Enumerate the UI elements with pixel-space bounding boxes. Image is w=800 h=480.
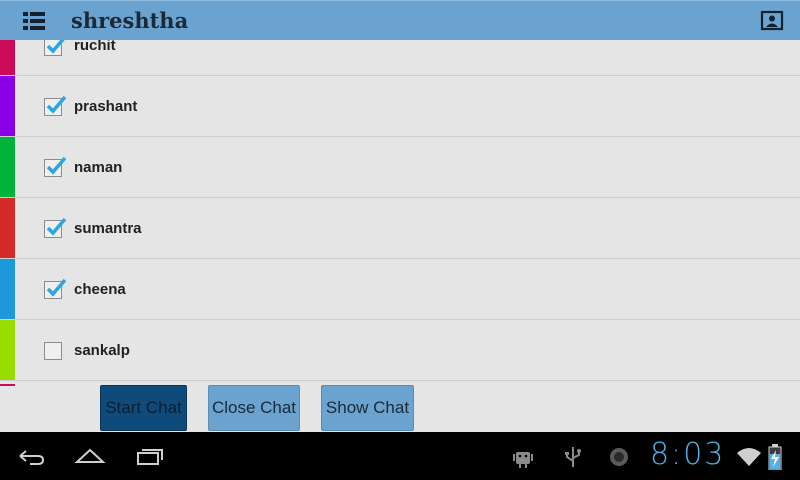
recent-apps-icon[interactable] xyxy=(134,444,166,468)
contact-row[interactable]: cheena xyxy=(0,259,800,320)
start-chat-button[interactable]: Start Chat xyxy=(100,385,187,431)
contact-color-bar xyxy=(0,320,15,380)
contact-checkbox[interactable] xyxy=(44,342,62,360)
contact-row[interactable]: sumantra xyxy=(0,198,800,259)
contact-name: ruchit xyxy=(74,40,116,54)
action-bar: shreshtha xyxy=(0,0,800,40)
checkmark-icon xyxy=(46,40,65,54)
usb-icon xyxy=(565,447,581,467)
back-icon[interactable] xyxy=(16,444,48,468)
contact-checkbox[interactable] xyxy=(44,40,65,56)
contact-name: naman xyxy=(74,159,123,176)
contact-checkbox[interactable] xyxy=(44,217,67,238)
contact-color-bar xyxy=(0,40,15,75)
contact-color-bar xyxy=(0,198,15,258)
contact-checkbox[interactable] xyxy=(44,278,67,299)
show-chat-button[interactable]: Show Chat xyxy=(321,385,414,431)
home-icon[interactable] xyxy=(74,444,106,468)
android-debug-icon xyxy=(513,452,533,468)
notification-dot-icon xyxy=(610,448,628,466)
contact-row[interactable]: sankalp xyxy=(0,320,800,381)
contact-color-bar xyxy=(0,137,15,197)
menu-button[interactable] xyxy=(14,1,54,41)
app-title: shreshtha xyxy=(71,8,189,33)
clock: 8:03 xyxy=(650,437,726,472)
contact-row[interactable]: naman xyxy=(0,137,800,198)
contact-card-icon xyxy=(760,10,784,31)
list-color-bar-edge xyxy=(0,384,15,386)
profile-button[interactable] xyxy=(760,9,784,33)
contact-name: sankalp xyxy=(74,342,130,359)
contact-color-bar xyxy=(0,76,15,136)
contact-checkbox[interactable] xyxy=(44,156,67,177)
contact-list: ruchit prashant naman sumantra cheena sa… xyxy=(0,40,800,384)
system-bar: 8:03 xyxy=(0,432,800,480)
checkmark-icon xyxy=(46,278,67,297)
list-menu-icon xyxy=(23,12,45,30)
checkmark-icon xyxy=(46,156,67,175)
close-chat-button[interactable]: Close Chat xyxy=(208,385,300,431)
chat-button-bar: Start Chat Close Chat Show Chat xyxy=(0,384,800,432)
battery-charging-icon xyxy=(768,444,782,470)
contact-name: cheena xyxy=(74,281,126,298)
wifi-icon xyxy=(737,448,761,466)
contact-name: sumantra xyxy=(74,220,142,237)
checkmark-icon xyxy=(46,217,67,236)
contact-row[interactable]: ruchit xyxy=(0,40,800,76)
contact-name: prashant xyxy=(74,98,138,115)
contact-color-bar xyxy=(0,259,15,319)
contact-row[interactable]: prashant xyxy=(0,76,800,137)
checkmark-icon xyxy=(46,95,67,114)
contact-checkbox[interactable] xyxy=(44,95,67,116)
